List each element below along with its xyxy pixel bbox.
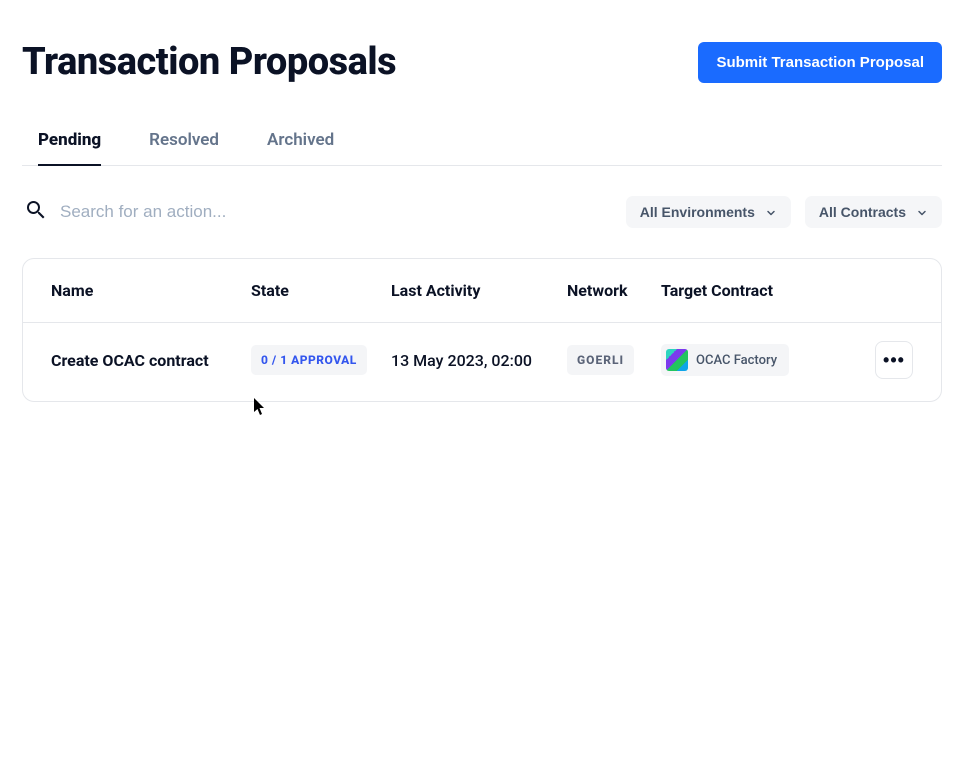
contracts-filter-label: All Contracts bbox=[819, 204, 906, 220]
submit-proposal-button[interactable]: Submit Transaction Proposal bbox=[698, 42, 942, 83]
table-row[interactable]: Create OCAC contract 0 / 1 APPROVAL 13 M… bbox=[23, 323, 941, 401]
contract-avatar-icon bbox=[666, 349, 688, 371]
proposal-name: Create OCAC contract bbox=[51, 351, 251, 370]
tab-resolved[interactable]: Resolved bbox=[149, 120, 219, 166]
chevron-down-icon bbox=[916, 206, 928, 218]
environments-filter[interactable]: All Environments bbox=[626, 196, 791, 228]
column-state: State bbox=[251, 281, 391, 300]
chevron-down-icon bbox=[765, 206, 777, 218]
page-title: Transaction Proposals bbox=[22, 40, 396, 84]
column-target: Target Contract bbox=[661, 281, 837, 300]
target-contract-badge: OCAC Factory bbox=[661, 344, 789, 376]
more-icon: ••• bbox=[883, 350, 905, 371]
column-network: Network bbox=[567, 281, 661, 300]
contracts-filter[interactable]: All Contracts bbox=[805, 196, 942, 228]
column-last-activity: Last Activity bbox=[391, 281, 567, 300]
tab-pending[interactable]: Pending bbox=[38, 120, 101, 166]
last-activity: 13 May 2023, 02:00 bbox=[391, 351, 567, 370]
table-header: Name State Last Activity Network Target … bbox=[23, 259, 941, 323]
search-input[interactable] bbox=[60, 202, 360, 222]
proposals-table: Name State Last Activity Network Target … bbox=[22, 258, 942, 402]
environments-filter-label: All Environments bbox=[640, 204, 755, 220]
network-badge: GOERLI bbox=[567, 345, 634, 375]
column-name: Name bbox=[51, 281, 251, 300]
tabs: Pending Resolved Archived bbox=[22, 120, 942, 166]
row-menu-button[interactable]: ••• bbox=[875, 341, 913, 379]
approval-state-badge: 0 / 1 APPROVAL bbox=[251, 345, 367, 375]
tab-archived[interactable]: Archived bbox=[267, 120, 334, 166]
target-contract-name: OCAC Factory bbox=[696, 353, 777, 368]
search-icon bbox=[24, 198, 48, 226]
